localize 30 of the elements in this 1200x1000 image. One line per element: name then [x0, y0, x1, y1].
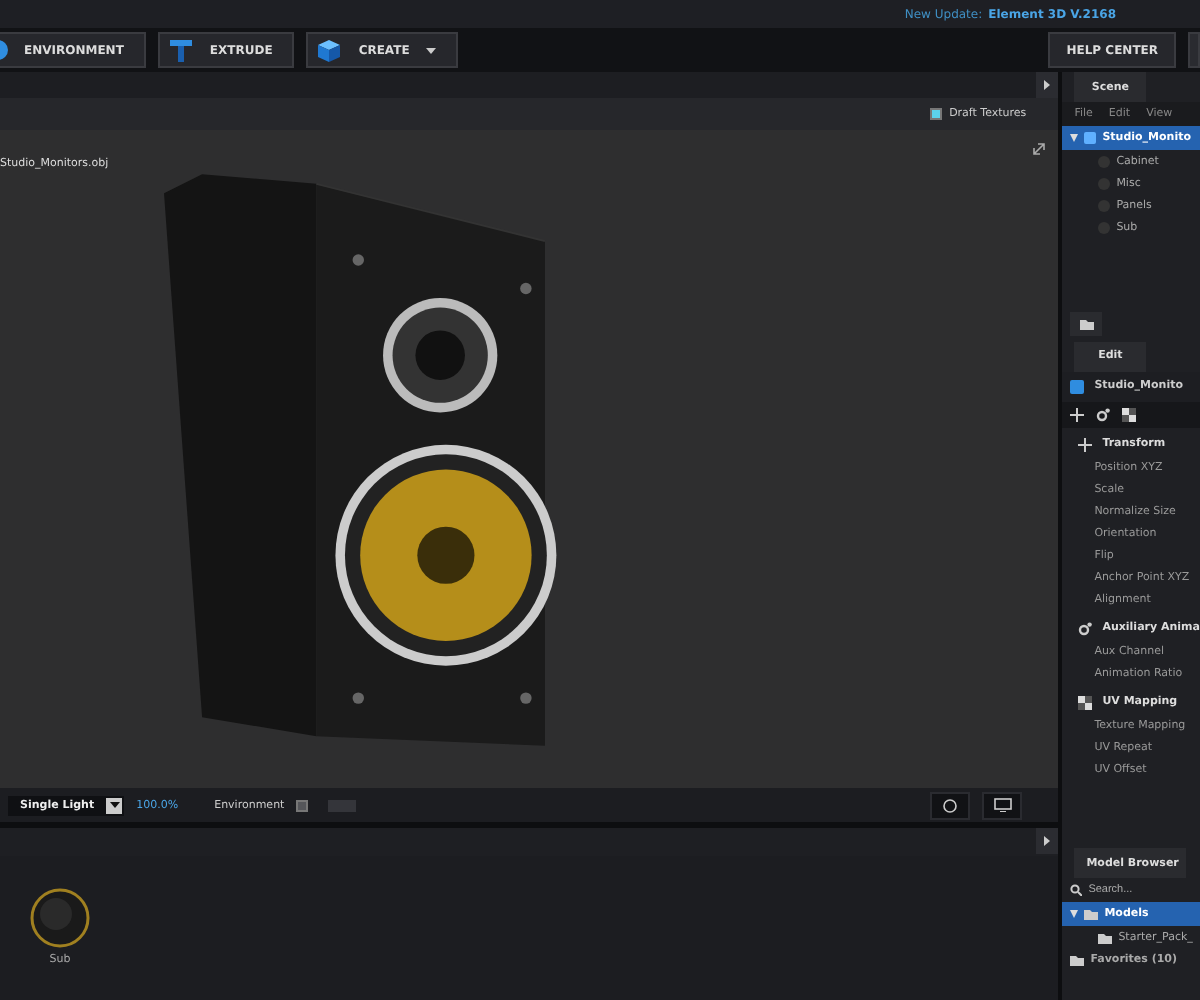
folder-button[interactable]: [1070, 311, 1103, 335]
cube-icon: [1070, 379, 1085, 393]
checker-icon: [1122, 407, 1137, 421]
checker-icon: [1078, 695, 1093, 709]
cube-icon: [1084, 132, 1097, 144]
collapse-button[interactable]: [1036, 72, 1059, 98]
gears-icon: [1096, 407, 1111, 421]
draft-textures-checkbox[interactable]: [929, 108, 942, 120]
extrude-icon: [167, 37, 194, 63]
target-button[interactable]: [930, 791, 971, 819]
environment-checkbox[interactable]: [296, 799, 309, 811]
move-icon: [1070, 407, 1085, 421]
monitor-button[interactable]: [982, 791, 1023, 819]
color-swatch[interactable]: [328, 799, 357, 811]
expand-icon: [1032, 142, 1047, 156]
play-arrow-icon: [1044, 836, 1051, 846]
cube-icon: [316, 37, 343, 63]
circle-icon: [942, 797, 959, 813]
gears-icon: [1078, 621, 1093, 635]
collapse-button[interactable]: [1036, 828, 1059, 854]
material-sphere-icon[interactable]: [30, 888, 90, 948]
monitor-icon: [993, 798, 1012, 812]
search-icon: [1070, 884, 1083, 896]
expanded-caret-icon: [1070, 910, 1079, 918]
expanded-caret-icon: [1070, 134, 1079, 142]
caret-icon: [109, 802, 120, 808]
folder-icon: [1079, 317, 1094, 329]
move-icon: [1078, 437, 1093, 451]
globe-icon: [0, 40, 8, 60]
play-arrow-icon: [1044, 80, 1051, 90]
